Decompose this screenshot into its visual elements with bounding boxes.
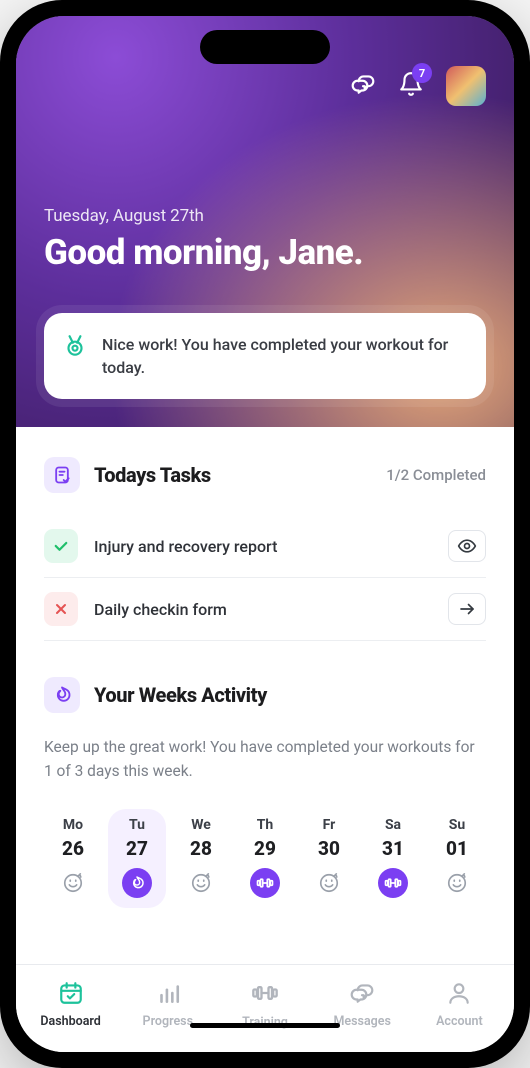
user-icon bbox=[446, 980, 472, 1010]
day-number: 01 bbox=[446, 837, 468, 860]
day-cell[interactable]: Mo 26 bbox=[44, 809, 102, 908]
arrow-right-icon[interactable] bbox=[448, 593, 486, 625]
avatar[interactable] bbox=[446, 66, 486, 106]
tab-label: Messages bbox=[333, 1014, 391, 1029]
dumbbell-icon bbox=[378, 868, 408, 898]
task-row[interactable]: Injury and recovery report bbox=[44, 515, 486, 578]
fire-icon bbox=[122, 868, 152, 898]
day-cell[interactable]: Tu 27 bbox=[108, 809, 166, 908]
task-label: Injury and recovery report bbox=[94, 537, 277, 556]
notification-badge: 7 bbox=[412, 63, 432, 83]
eye-icon[interactable] bbox=[448, 530, 486, 562]
activity-title: Your Weeks Activity bbox=[94, 683, 267, 707]
task-label: Daily checkin form bbox=[94, 600, 227, 619]
day-cell[interactable]: Th 29 bbox=[236, 809, 294, 908]
activity-subtext: Keep up the great work! You have complet… bbox=[44, 735, 486, 783]
day-number: 29 bbox=[254, 837, 276, 860]
calendar-icon bbox=[58, 980, 84, 1010]
day-name: Mo bbox=[63, 817, 83, 833]
hero: 7 Tuesday, August 27th Good morning, Jan… bbox=[16, 16, 514, 427]
current-date: Tuesday, August 27th bbox=[44, 206, 486, 226]
tasks-icon bbox=[44, 457, 80, 493]
tab-label: Progress bbox=[143, 1014, 194, 1029]
day-name: Tu bbox=[129, 817, 145, 833]
day-number: 27 bbox=[126, 837, 148, 860]
day-number: 31 bbox=[382, 837, 404, 860]
dynamic-island bbox=[200, 30, 330, 64]
notifications-icon[interactable]: 7 bbox=[398, 71, 424, 101]
tasks-header: Todays Tasks 1/2 Completed bbox=[44, 457, 486, 493]
greeting-text: Good morning, Jane. bbox=[44, 232, 486, 273]
week-strip: Mo 26 Tu 27 We 28 Th 29 Fr 30 Sa 31 Su 01 bbox=[44, 809, 486, 908]
day-number: 30 bbox=[318, 837, 340, 860]
banner-text: Nice work! You have completed your worko… bbox=[102, 333, 468, 379]
x-icon bbox=[44, 592, 78, 626]
day-name: Su bbox=[449, 817, 465, 833]
tab-label: Account bbox=[436, 1014, 483, 1029]
day-name: We bbox=[191, 817, 211, 833]
chat-icon bbox=[349, 980, 375, 1010]
tab-bar: DashboardProgressTrainingMessagesAccount bbox=[16, 964, 514, 1052]
day-name: Sa bbox=[385, 817, 401, 833]
tab-dashboard[interactable]: Dashboard bbox=[22, 973, 119, 1036]
dumbbell-icon bbox=[251, 979, 279, 1011]
check-icon bbox=[44, 529, 78, 563]
medal-icon bbox=[62, 333, 88, 363]
home-indicator bbox=[190, 1023, 340, 1028]
day-cell[interactable]: Su 01 bbox=[428, 809, 486, 908]
tasks-meta: 1/2 Completed bbox=[386, 466, 486, 484]
day-number: 26 bbox=[62, 837, 84, 860]
day-cell[interactable]: Fr 30 bbox=[300, 809, 358, 908]
day-number: 28 bbox=[190, 837, 212, 860]
day-cell[interactable]: We 28 bbox=[172, 809, 230, 908]
content: Todays Tasks 1/2 Completed Injury and re… bbox=[16, 427, 514, 964]
activity-header: Your Weeks Activity bbox=[44, 677, 486, 713]
task-row[interactable]: Daily checkin form bbox=[44, 578, 486, 641]
fire-icon bbox=[44, 677, 80, 713]
task-list: Injury and recovery report Daily checkin… bbox=[44, 515, 486, 641]
rest-icon bbox=[58, 868, 88, 898]
tasks-title: Todays Tasks bbox=[94, 463, 211, 487]
day-name: Th bbox=[257, 817, 274, 833]
bars-icon bbox=[155, 980, 181, 1010]
dumbbell-icon bbox=[250, 868, 280, 898]
messages-icon[interactable] bbox=[350, 71, 376, 101]
tab-account[interactable]: Account bbox=[411, 973, 508, 1036]
topbar: 7 bbox=[44, 66, 486, 106]
day-cell[interactable]: Sa 31 bbox=[364, 809, 422, 908]
rest-icon bbox=[442, 868, 472, 898]
rest-icon bbox=[186, 868, 216, 898]
achievement-banner[interactable]: Nice work! You have completed your worko… bbox=[44, 313, 486, 399]
day-name: Fr bbox=[323, 817, 336, 833]
tab-label: Dashboard bbox=[40, 1014, 101, 1029]
rest-icon bbox=[314, 868, 344, 898]
